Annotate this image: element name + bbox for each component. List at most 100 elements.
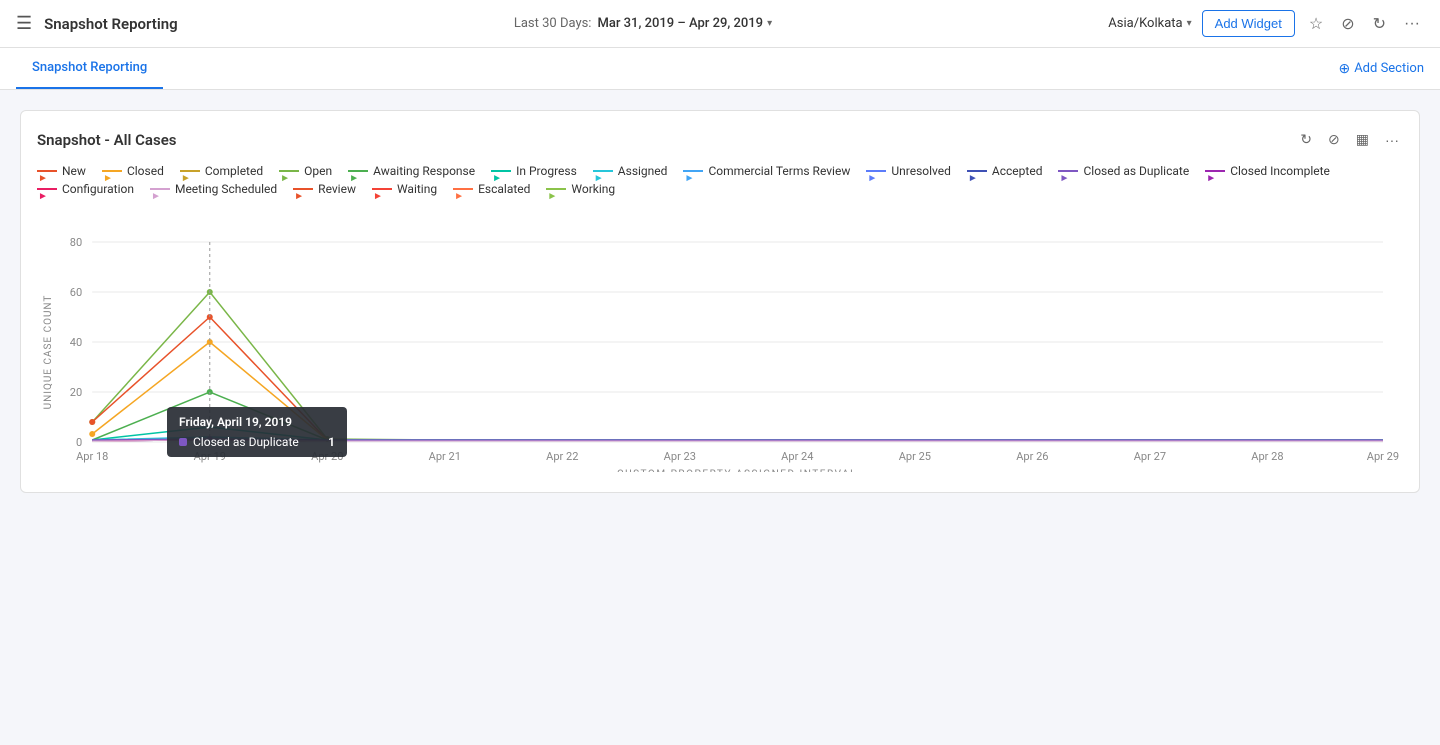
legend-item[interactable]: ► Closed Incomplete [1205,164,1330,178]
svg-text:80: 80 [70,236,82,249]
legend-item[interactable]: ►Closed as Duplicate [1058,164,1189,178]
tab-snapshot-reporting[interactable]: Snapshot Reporting [16,48,163,89]
svg-text:Apr 18: Apr 18 [76,450,108,463]
legend-color-dot: ► [593,170,613,172]
svg-text:Apr 22: Apr 22 [546,450,578,463]
legend-color-dot: ► [348,170,368,172]
legend-label: Completed [205,164,263,178]
chart-container: 80 60 40 20 0 UNIQUE CASE COUNT Apr 18 A… [37,212,1403,476]
tabs: Snapshot Reporting [16,48,163,89]
legend-item[interactable]: ► Completed [180,164,263,178]
tab-actions: ⊕ Add Section [1338,61,1424,77]
app-title: Snapshot Reporting [44,15,178,33]
legend-color-dot: ► [150,188,170,190]
main-content: Snapshot - All Cases ↻ ⊘ ▦ ··· ►New►Clos… [0,90,1440,513]
legend-item[interactable]: ► Accepted [967,164,1043,178]
add-section-button[interactable]: ⊕ Add Section [1338,61,1424,77]
legend-item[interactable]: ► Closed [102,164,164,178]
legend-label: Escalated [478,182,530,196]
svg-text:Apr 27: Apr 27 [1134,450,1166,463]
legend-color-dot: ► [37,170,57,172]
top-nav: ☰ Snapshot Reporting Last 30 Days: Mar 3… [0,0,1440,48]
svg-text:20: 20 [70,386,82,399]
legend-color-dot: ► [180,170,200,172]
line-chart: 80 60 40 20 0 UNIQUE CASE COUNT Apr 18 A… [37,212,1403,472]
nav-left: ☰ Snapshot Reporting [16,13,178,34]
tab-bar: Snapshot Reporting ⊕ Add Section [0,48,1440,90]
legend-label: Waiting [397,182,437,196]
svg-text:Apr 23: Apr 23 [664,450,696,463]
svg-text:Apr 21: Apr 21 [429,450,461,463]
svg-text:60: 60 [70,286,82,299]
add-widget-button[interactable]: Add Widget [1202,10,1295,37]
svg-text:CUSTOM PROPERTY ASSIGNED INTER: CUSTOM PROPERTY ASSIGNED INTERVAL [617,469,857,472]
chevron-down-icon: ▾ [767,18,772,29]
svg-text:Apr 19: Apr 19 [194,450,226,463]
legend-item[interactable]: ► Assigned [593,164,668,178]
filter-icon[interactable]: ⊘ [1337,10,1358,38]
legend-color-dot: ► [546,188,566,190]
legend-item[interactable]: ► Meeting Scheduled [150,182,277,196]
add-section-icon: ⊕ [1338,61,1350,77]
refresh-icon[interactable]: ↻ [1369,10,1390,38]
star-icon[interactable]: ☆ [1305,10,1327,38]
more-options-icon[interactable]: ··· [1400,11,1424,37]
card-title: Snapshot - All Cases [37,131,177,149]
svg-text:Apr 24: Apr 24 [781,450,813,463]
legend-label: Configuration [62,182,134,196]
legend-item[interactable]: ► Waiting [372,182,437,196]
legend-color-dot: ► [293,188,313,190]
legend-item[interactable]: ►Configuration [37,182,134,196]
legend-label: In Progress [516,164,577,178]
svg-text:40: 40 [70,336,82,349]
legend-label: New [62,164,86,178]
legend-label: Closed Incomplete [1230,164,1330,178]
legend-label: Closed [127,164,164,178]
legend-item[interactable]: ► New [37,164,86,178]
card-filter-icon[interactable]: ⊘ [1324,127,1344,152]
legend-item[interactable]: ► Review [293,182,356,196]
legend-color-dot: ► [372,188,392,190]
timezone-selector[interactable]: Asia/Kolkata ▾ [1108,16,1191,31]
legend-label: Unresolved [891,164,951,178]
legend-color-dot: ► [102,170,122,172]
legend-label: Open [304,164,332,178]
legend-item[interactable]: ► Open [279,164,332,178]
card-refresh-icon[interactable]: ↻ [1296,127,1316,152]
legend-label: Review [318,182,356,196]
svg-text:Apr 28: Apr 28 [1251,450,1283,463]
date-label: Last 30 Days: [514,16,592,31]
legend-item[interactable]: ► Commercial Terms Review [683,164,850,178]
legend-label: Assigned [618,164,668,178]
legend-item[interactable]: ► Unresolved [866,164,951,178]
card-chart-icon[interactable]: ▦ [1352,127,1373,152]
snapshot-card: Snapshot - All Cases ↻ ⊘ ▦ ··· ►New►Clos… [20,110,1420,493]
svg-text:Apr 26: Apr 26 [1016,450,1048,463]
card-header: Snapshot - All Cases ↻ ⊘ ▦ ··· [37,127,1403,152]
legend-label: Meeting Scheduled [175,182,277,196]
legend-label: Commercial Terms Review [708,164,850,178]
svg-text:Apr 20: Apr 20 [311,450,343,463]
hamburger-icon[interactable]: ☰ [16,13,32,34]
legend-color-dot: ► [279,170,299,172]
legend-color-dot: ► [683,170,703,172]
legend-item[interactable]: ► Working [546,182,615,196]
timezone-text: Asia/Kolkata [1108,16,1182,31]
legend-color-dot: ► [1205,170,1225,172]
svg-text:Apr 29: Apr 29 [1367,450,1399,463]
legend-label: Accepted [992,164,1043,178]
legend-item[interactable]: ► Escalated [453,182,530,196]
card-more-icon[interactable]: ··· [1381,128,1403,152]
legend-color-dot: ► [967,170,987,172]
legend-label: Closed as Duplicate [1083,164,1189,178]
timezone-chevron-icon: ▾ [1187,18,1192,29]
legend-item[interactable]: ► Awaiting Response [348,164,475,178]
svg-text:UNIQUE CASE COUNT: UNIQUE CASE COUNT [43,295,54,410]
legend-label: Working [571,182,615,196]
nav-center: Last 30 Days: Mar 31, 2019 – Apr 29, 201… [514,16,772,31]
legend-color-dot: ► [866,170,886,172]
legend-color-dot: ► [453,188,473,190]
legend-item[interactable]: ►In Progress [491,164,577,178]
legend-label: Awaiting Response [373,164,475,178]
date-range-picker[interactable]: Mar 31, 2019 – Apr 29, 2019 ▾ [597,16,772,31]
